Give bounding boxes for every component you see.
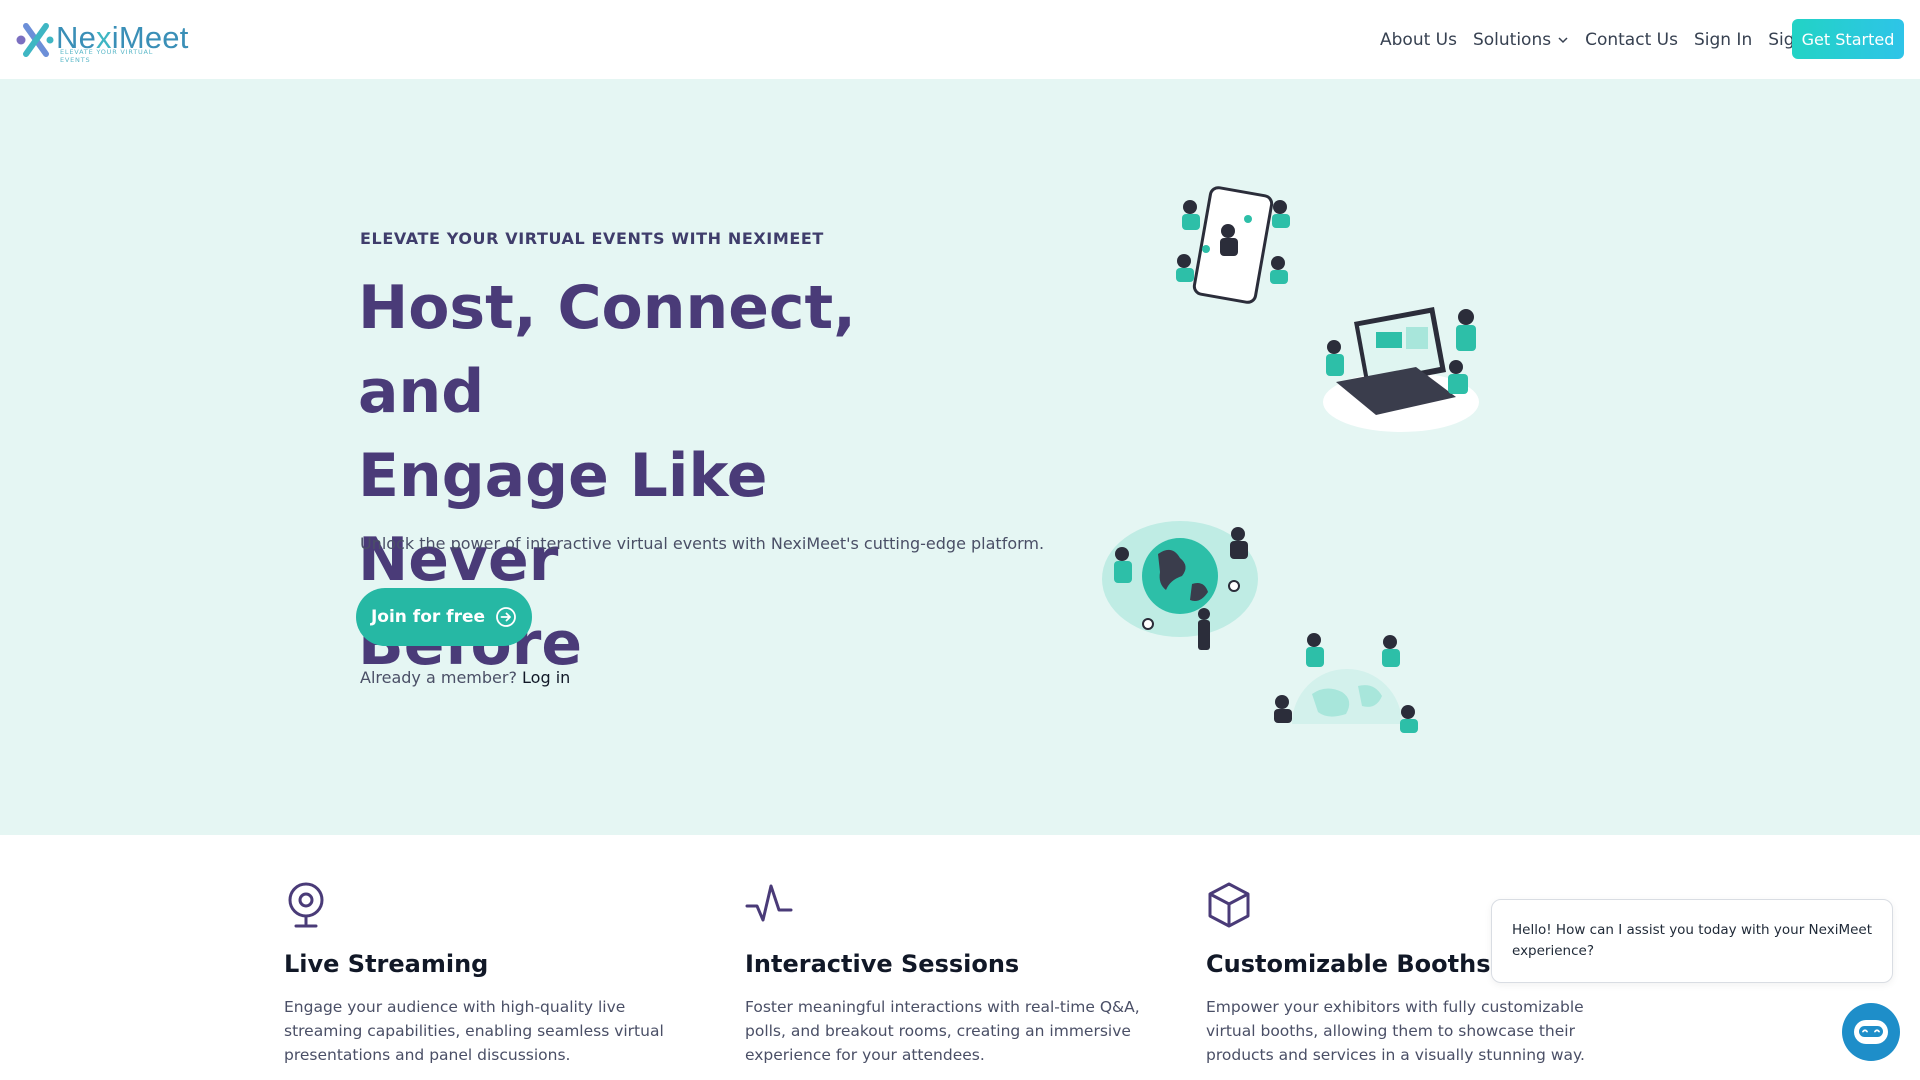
feature-title: Live Streaming	[284, 950, 489, 978]
nav-sign-in[interactable]: Sign In	[1694, 30, 1752, 50]
join-button-label: Join for free	[370, 607, 486, 627]
feature-description: Foster meaningful interactions with real…	[745, 998, 1140, 1064]
feature-title: Interactive Sessions	[745, 950, 1020, 978]
member-text: Already a member?	[360, 668, 517, 687]
join-for-free-button[interactable]: Join for free	[356, 588, 532, 646]
arrow-right-circle-icon	[496, 607, 516, 627]
site-header: NexiMeet ELEVATE YOUR VIRTUAL EVENTS Abo…	[0, 0, 1920, 79]
chevron-down-icon	[1558, 37, 1568, 44]
hero-section: ELEVATE YOUR VIRTUAL EVENTS WITH NEXIMEE…	[0, 79, 1920, 835]
chatbot-icon	[1854, 1020, 1888, 1044]
activity-icon	[745, 884, 793, 922]
globe-network-illustration	[1102, 521, 1258, 650]
chat-message: Hello! How can I assist you today with y…	[1512, 922, 1872, 959]
main-nav: About Us Solutions Contact Us Sign In Si…	[1380, 29, 1850, 51]
member-prompt: Already a member? Log in	[360, 668, 570, 687]
hero-subcopy: Unlock the power of interactive virtual …	[360, 534, 1045, 553]
nav-solutions-label: Solutions	[1472, 30, 1552, 50]
login-link[interactable]: Log in	[522, 668, 570, 687]
nav-contact-us[interactable]: Contact Us	[1585, 30, 1678, 50]
feature-description: Engage your audience with high-quality l…	[284, 998, 664, 1064]
headline-line-1: Host, Connect, and	[358, 273, 856, 427]
logo-x-icon	[16, 23, 54, 57]
chat-welcome-bubble[interactable]: Hello! How can I assist you today with y…	[1491, 899, 1893, 983]
phone-people-illustration	[1176, 186, 1290, 304]
nav-solutions[interactable]: Solutions	[1473, 30, 1569, 50]
logo-tagline: ELEVATE YOUR VIRTUAL EVENTS	[60, 48, 154, 64]
chat-launcher-button[interactable]	[1842, 1003, 1900, 1061]
laptop-meeting-illustration	[1323, 307, 1479, 432]
feature-title: Customizable Booths	[1206, 950, 1491, 978]
get-started-button[interactable]: Get Started	[1792, 19, 1904, 59]
nav-about-us[interactable]: About Us	[1380, 30, 1457, 50]
world-people-illustration	[1274, 633, 1418, 733]
feature-description: Empower your exhibitors with fully custo…	[1206, 998, 1585, 1064]
hero-eyebrow: ELEVATE YOUR VIRTUAL EVENTS WITH NEXIMEE…	[360, 229, 824, 248]
brand-logo[interactable]: NexiMeet ELEVATE YOUR VIRTUAL EVENTS	[16, 18, 188, 64]
box-icon	[1208, 882, 1250, 928]
headline-line-2: Engage Like Never	[358, 441, 768, 595]
webcam-icon	[288, 882, 324, 928]
